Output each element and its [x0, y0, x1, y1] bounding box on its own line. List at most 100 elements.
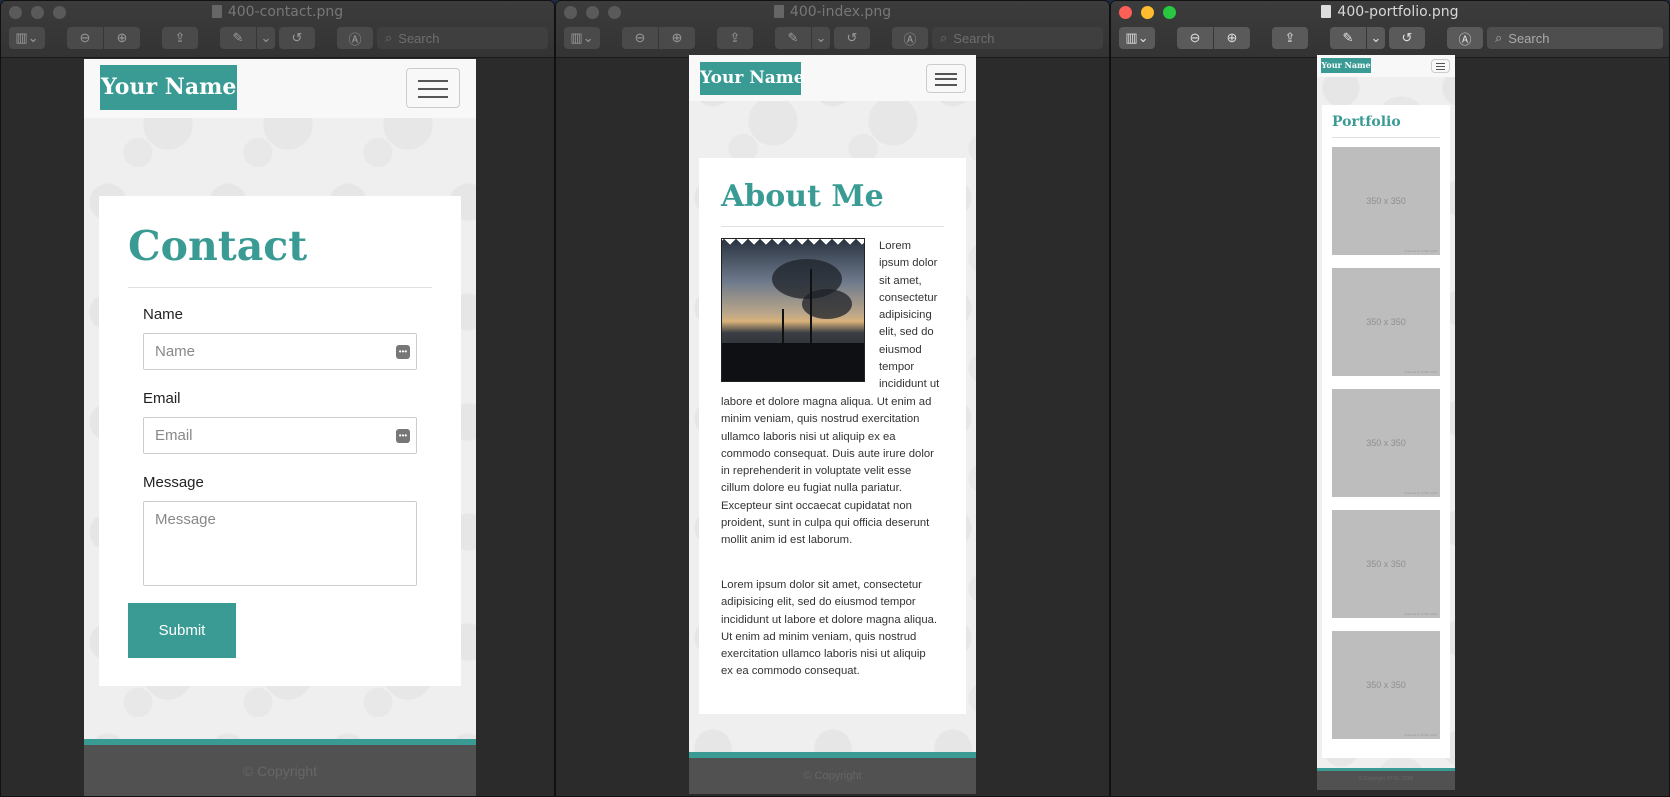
- portfolio-thumbnail[interactable]: 350 x 350 Powered by HTML.COM: [1332, 510, 1440, 618]
- search-placeholder: Search: [398, 30, 440, 46]
- search-icon: ⌕: [1495, 30, 1503, 45]
- text-line: minim veniam, quis nostrud exercitation: [721, 413, 920, 426]
- zoom-out-icon[interactable]: ⊖: [67, 27, 103, 49]
- autofill-key-icon[interactable]: •••: [396, 428, 410, 443]
- thumbnail-size-label: 350 x 350: [1366, 196, 1406, 206]
- menu-toggle-button[interactable]: [406, 68, 460, 108]
- copyright-text: © Copyright: [803, 770, 862, 782]
- text-line: adipisicing: [879, 309, 932, 322]
- submit-button[interactable]: Submit: [128, 603, 236, 658]
- brand-logo[interactable]: Your Name: [1321, 58, 1371, 73]
- rotate-icon[interactable]: ↺: [1389, 27, 1425, 49]
- hamburger-icon: [1435, 63, 1446, 64]
- site-footer: © Copyright: [84, 739, 476, 796]
- portfolio-thumbnail[interactable]: 350 x 350 Powered by HTML.COM: [1332, 147, 1440, 255]
- zoom-group: ⊖ ⊕: [1177, 27, 1250, 49]
- text-line: ullamco laboris nisi ut aliquip ex ea: [721, 430, 896, 443]
- sidebar-toggle-icon[interactable]: ▥⌄: [1119, 27, 1155, 49]
- markup-toolbar-icon[interactable]: Ⓐ: [337, 27, 373, 49]
- pen-icon[interactable]: ✎: [220, 27, 256, 49]
- preview-window-portfolio[interactable]: 400-portfolio.png ▥⌄ ⊖ ⊕ ⇪ ✎ ⌄ ↺ Ⓐ ⌕ Sear…: [1110, 0, 1670, 797]
- search-field[interactable]: ⌕ Search: [932, 27, 1103, 49]
- brand-logo[interactable]: Your Name: [100, 65, 237, 110]
- search-field[interactable]: ⌕ Search: [1487, 27, 1663, 49]
- pen-icon[interactable]: ✎: [775, 27, 811, 49]
- markup-toolbar-icon[interactable]: Ⓐ: [892, 27, 928, 49]
- copyright-text: © Copyright HTML.COM: [1358, 776, 1414, 782]
- message-textarea[interactable]: Message: [143, 501, 417, 586]
- text-line: cillum dolore eu fugiat nulla pariatur.: [721, 482, 902, 495]
- thumbnail-size-label: 350 x 350: [1366, 317, 1406, 327]
- thumbnail-credit: Powered by HTML.COM: [1404, 733, 1437, 737]
- text-line: incididunt ut: [879, 378, 940, 391]
- document-icon: [211, 5, 222, 18]
- zoom-group: ⊖ ⊕: [622, 27, 695, 49]
- text-line: Excepteur sint occaecat cupidatat non: [721, 499, 912, 512]
- thumbnail-credit: Powered by HTML.COM: [1404, 491, 1437, 495]
- site-contact-page: Your Name Contact Name Name ••• Email Em…: [84, 59, 476, 796]
- thumbnail-size-label: 350 x 350: [1366, 438, 1406, 448]
- text-line: proident, sunt in culpa qui officia dese…: [721, 517, 930, 530]
- portfolio-thumbnail[interactable]: 350 x 350 Powered by HTML.COM: [1332, 268, 1440, 376]
- zoom-group: ⊖ ⊕: [67, 27, 140, 49]
- text-line: Lorem ipsum dolor sit amet, consectetur: [721, 579, 922, 591]
- menu-toggle-button[interactable]: [1431, 59, 1450, 73]
- pen-options-chevron-icon[interactable]: ⌄: [257, 27, 275, 49]
- contact-card: Contact Name Name ••• Email Email ••• Me…: [99, 196, 461, 686]
- page-title: Portfolio: [1332, 114, 1401, 130]
- rotate-icon[interactable]: ↺: [279, 27, 315, 49]
- zoom-out-icon[interactable]: ⊖: [622, 27, 658, 49]
- autofill-key-icon[interactable]: •••: [396, 344, 410, 359]
- text-line: in reprehenderit in voluptate velit esse: [721, 465, 912, 478]
- email-label: Email: [143, 390, 181, 407]
- markup-group: ✎ ⌄: [775, 27, 830, 49]
- sidebar-toggle-icon[interactable]: ▥⌄: [564, 27, 600, 49]
- window-titlebar[interactable]: 400-contact.png ▥⌄ ⊖ ⊕ ⇪ ✎ ⌄ ↺ Ⓐ ⌕ Search: [1, 1, 554, 58]
- window-titlebar[interactable]: 400-index.png ▥⌄ ⊖ ⊕ ⇪ ✎ ⌄ ↺ Ⓐ ⌕ Search: [556, 1, 1109, 58]
- menu-toggle-button[interactable]: [926, 64, 966, 93]
- window-toolbar: ▥⌄ ⊖ ⊕ ⇪ ✎ ⌄ ↺ Ⓐ ⌕ Search: [564, 26, 1103, 50]
- text-line: labore et dolore magna aliqua. Ut enim a…: [721, 396, 932, 408]
- markup-group: ✎ ⌄: [220, 27, 275, 49]
- sidebar-toggle-icon[interactable]: ▥⌄: [9, 27, 45, 49]
- share-icon[interactable]: ⇪: [162, 27, 198, 49]
- text-line: exercitation ullamco laboris nisi ut ali…: [721, 648, 926, 661]
- window-title: 400-portfolio.png: [1111, 4, 1669, 20]
- portfolio-thumbnail[interactable]: 350 x 350 Powered by HTML.COM: [1332, 631, 1440, 739]
- pen-options-chevron-icon[interactable]: ⌄: [812, 27, 830, 49]
- thumbnail-size-label: 350 x 350: [1366, 559, 1406, 569]
- navbar: Your Name: [84, 59, 476, 118]
- brand-logo[interactable]: Your Name: [700, 62, 805, 95]
- text-line: commodo consequat. Duis aute irure dolor: [721, 447, 934, 460]
- text-line: Ut enim ad minim veniam, quis nostrud: [721, 630, 917, 643]
- search-field[interactable]: ⌕ Search: [377, 27, 548, 49]
- text-line: incididunt ut labore et dolore magna ali…: [721, 613, 938, 626]
- share-icon[interactable]: ⇪: [717, 27, 753, 49]
- window-toolbar: ▥⌄ ⊖ ⊕ ⇪ ✎ ⌄ ↺ Ⓐ ⌕ Search: [1119, 26, 1663, 50]
- image-canvas: Your Name About Me Lorem ipsum dolor sit a…: [556, 55, 1109, 796]
- zoom-out-icon[interactable]: ⊖: [1177, 27, 1213, 49]
- zoom-in-icon[interactable]: ⊕: [104, 27, 140, 49]
- zoom-in-icon[interactable]: ⊕: [659, 27, 695, 49]
- name-input[interactable]: Name •••: [143, 333, 417, 370]
- search-icon: ⌕: [385, 30, 393, 45]
- page-title: About Me: [721, 179, 884, 214]
- preview-window-contact[interactable]: 400-contact.png ▥⌄ ⊖ ⊕ ⇪ ✎ ⌄ ↺ Ⓐ ⌕ Search: [0, 0, 555, 797]
- window-titlebar[interactable]: 400-portfolio.png ▥⌄ ⊖ ⊕ ⇪ ✎ ⌄ ↺ Ⓐ ⌕ Sear…: [1111, 1, 1669, 58]
- name-placeholder: Name: [155, 343, 196, 360]
- pen-options-chevron-icon[interactable]: ⌄: [1367, 27, 1385, 49]
- text-line: eiusmod: [879, 343, 922, 356]
- hamburger-icon: [418, 80, 448, 82]
- share-icon[interactable]: ⇪: [1272, 27, 1308, 49]
- rotate-icon[interactable]: ↺: [834, 27, 870, 49]
- preview-window-index[interactable]: 400-index.png ▥⌄ ⊖ ⊕ ⇪ ✎ ⌄ ↺ Ⓐ ⌕ Search: [555, 0, 1110, 797]
- markup-toolbar-icon[interactable]: Ⓐ: [1447, 27, 1483, 49]
- text-line: ipsum dolor: [879, 257, 938, 270]
- zoom-in-icon[interactable]: ⊕: [1214, 27, 1250, 49]
- portfolio-thumbnail[interactable]: 350 x 350 Powered by HTML.COM: [1332, 389, 1440, 497]
- hamburger-icon: [935, 73, 957, 75]
- email-input[interactable]: Email •••: [143, 417, 417, 454]
- page-title: Contact: [128, 222, 308, 270]
- navbar: Your Name: [1317, 55, 1455, 77]
- pen-icon[interactable]: ✎: [1330, 27, 1366, 49]
